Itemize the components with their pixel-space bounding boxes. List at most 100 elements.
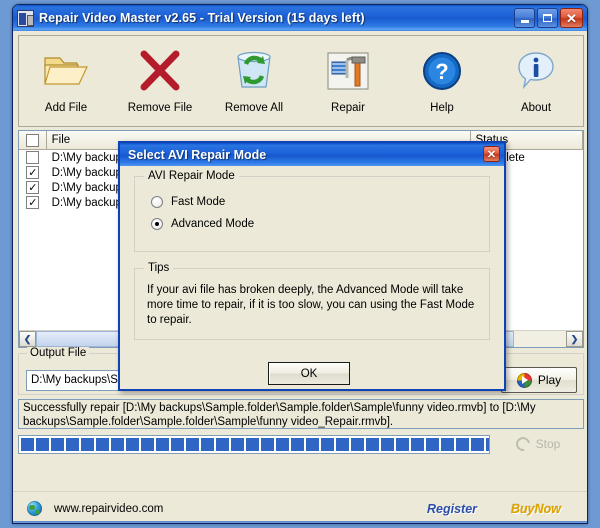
progress-segment <box>351 438 364 451</box>
row-checkbox[interactable] <box>26 151 39 164</box>
radio-option-fast-mode[interactable]: Fast Mode <box>151 191 489 213</box>
buy-now-link[interactable]: BuyNow <box>511 502 561 516</box>
status-bar: www.repairvideo.com Register BuyNow <box>13 491 588 524</box>
progress-segment <box>216 438 229 451</box>
close-button[interactable]: ✕ <box>560 8 583 28</box>
minimize-icon <box>521 20 529 23</box>
help-button[interactable]: ? Help <box>395 38 489 124</box>
window-controls: ✕ <box>514 8 583 28</box>
about-label: About <box>521 102 551 114</box>
radio-fast-mode-label: Fast Mode <box>171 196 225 208</box>
progress-segment <box>426 438 439 451</box>
progress-segment <box>306 438 319 451</box>
svg-text:?: ? <box>435 59 448 84</box>
radio-advanced-mode-icon[interactable] <box>151 218 163 230</box>
stop-icon <box>513 434 532 453</box>
main-toolbar: Add File Remove File <box>18 35 584 127</box>
application-window: Repair Video Master v2.65 - Trial Versio… <box>12 4 588 524</box>
dialog-close-button[interactable]: ✕ <box>483 146 500 162</box>
maximize-button[interactable] <box>537 8 558 28</box>
minimize-button[interactable] <box>514 8 535 28</box>
radio-advanced-mode-label: Advanced Mode <box>171 218 254 230</box>
tips-group: Tips If your avi file has broken deeply,… <box>134 268 490 340</box>
progress-segment <box>336 438 349 451</box>
dialog-body: AVI Repair Mode Fast Mode Advanced Mode … <box>120 166 504 391</box>
remove-file-label: Remove File <box>128 102 193 114</box>
remove-all-label: Remove All <box>225 102 283 114</box>
globe-icon <box>27 501 42 516</box>
row-checkbox-cell[interactable]: ✓ <box>19 181 47 194</box>
window-title: Repair Video Master v2.65 - Trial Versio… <box>39 11 365 25</box>
progress-segment <box>51 438 64 451</box>
progress-segment <box>471 438 484 451</box>
row-checkbox[interactable]: ✓ <box>26 181 39 194</box>
scroll-left-arrow-icon[interactable]: ❮ <box>19 331 36 347</box>
question-mark-icon: ? <box>421 46 463 96</box>
progress-segment <box>261 438 274 451</box>
remove-file-button[interactable]: Remove File <box>113 38 207 124</box>
red-x-icon <box>137 46 183 96</box>
recycle-bin-icon <box>232 46 276 96</box>
avi-repair-mode-group: AVI Repair Mode Fast Mode Advanced Mode <box>134 176 490 252</box>
avi-repair-mode-legend: AVI Repair Mode <box>144 170 239 182</box>
progress-segment <box>156 438 169 451</box>
tips-legend: Tips <box>144 262 173 274</box>
progress-segment <box>486 438 490 451</box>
status-bar-accent <box>13 521 588 524</box>
progress-bar <box>18 435 490 454</box>
progress-segment <box>171 438 184 451</box>
website-link[interactable]: www.repairvideo.com <box>54 503 163 515</box>
help-label: Help <box>430 102 454 114</box>
status-log: Successfully repair [D:\My backups\Sampl… <box>18 399 584 429</box>
progress-segment <box>141 438 154 451</box>
play-button[interactable]: Play <box>501 367 577 393</box>
progress-row: Stop <box>18 433 584 455</box>
close-icon: ✕ <box>566 12 577 25</box>
repair-button[interactable]: Repair <box>301 38 395 124</box>
progress-segment <box>381 438 394 451</box>
progress-segment <box>201 438 214 451</box>
info-balloon-icon <box>515 46 557 96</box>
remove-all-button[interactable]: Remove All <box>207 38 301 124</box>
register-link[interactable]: Register <box>427 502 477 516</box>
select-all-header-cell[interactable] <box>19 131 47 149</box>
toolbox-hammer-icon <box>325 46 371 96</box>
maximize-icon <box>543 14 552 22</box>
add-file-button[interactable]: Add File <box>19 38 113 124</box>
repair-label: Repair <box>331 102 365 114</box>
about-button[interactable]: About <box>489 38 583 124</box>
row-checkbox-cell[interactable] <box>19 151 47 164</box>
ok-button[interactable]: OK <box>268 362 350 385</box>
stop-button-label: Stop <box>536 437 561 451</box>
row-checkbox[interactable]: ✓ <box>26 166 39 179</box>
close-icon: ✕ <box>487 148 496 161</box>
select-all-checkbox[interactable] <box>26 134 39 147</box>
stop-button[interactable]: Stop <box>500 433 576 455</box>
progress-segment <box>366 438 379 451</box>
dialog-title: Select AVI Repair Mode <box>128 148 266 162</box>
scroll-right-arrow-icon[interactable]: ❯ <box>566 331 583 347</box>
progress-segment <box>321 438 334 451</box>
progress-segment <box>36 438 49 451</box>
play-icon <box>517 373 532 388</box>
row-checkbox[interactable]: ✓ <box>26 196 39 209</box>
progress-segment <box>291 438 304 451</box>
add-file-label: Add File <box>45 102 87 114</box>
progress-segment <box>456 438 469 451</box>
row-checkbox-cell[interactable]: ✓ <box>19 196 47 209</box>
progress-segment <box>441 438 454 451</box>
progress-segment <box>96 438 109 451</box>
app-icon <box>17 10 34 27</box>
select-avi-repair-mode-dialog: Select AVI Repair Mode ✕ AVI Repair Mode… <box>118 141 506 391</box>
progress-segment <box>81 438 94 451</box>
progress-segment <box>186 438 199 451</box>
radio-fast-mode-icon[interactable] <box>151 196 163 208</box>
progress-segment <box>126 438 139 451</box>
play-button-label: Play <box>538 373 561 387</box>
radio-option-advanced-mode[interactable]: Advanced Mode <box>151 213 489 235</box>
row-checkbox-cell[interactable]: ✓ <box>19 166 47 179</box>
progress-segment <box>396 438 409 451</box>
progress-segment <box>246 438 259 451</box>
dialog-title-bar: Select AVI Repair Mode ✕ <box>120 143 504 166</box>
window-title-bar: Repair Video Master v2.65 - Trial Versio… <box>13 5 587 31</box>
